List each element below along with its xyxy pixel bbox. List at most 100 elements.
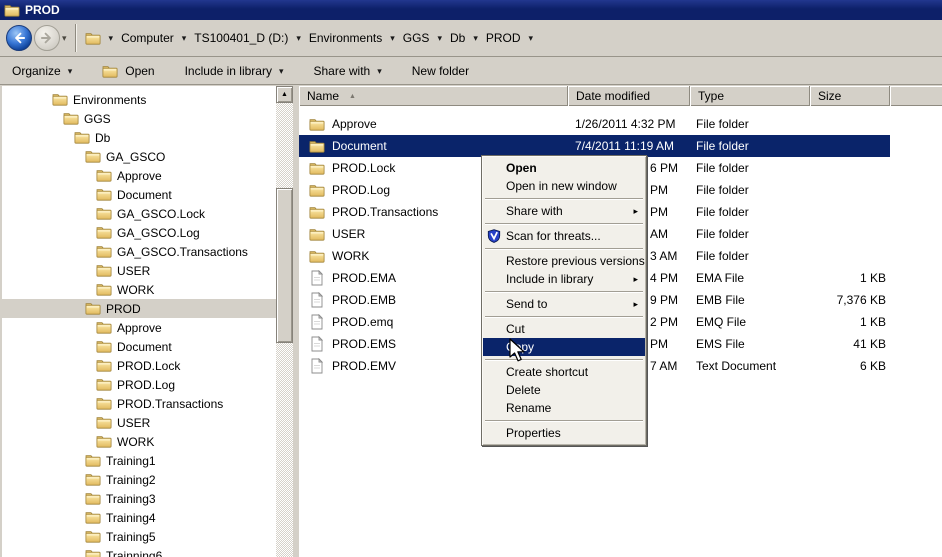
tree-item-db[interactable]: Db — [2, 128, 276, 147]
file-icon — [309, 292, 325, 308]
folder-icon — [85, 530, 101, 543]
folder-icon — [85, 511, 101, 524]
tree-item-prod-transactions[interactable]: PROD.Transactions — [2, 394, 276, 413]
breadcrumb-item-prod[interactable]: PROD — [486, 30, 521, 46]
menu-item-copy[interactable]: Copy — [483, 338, 645, 356]
menu-item-label: Properties — [506, 426, 561, 440]
new-folder-button[interactable]: New folder — [412, 61, 469, 81]
file-name-cell: Approve — [299, 117, 568, 131]
folder-icon — [85, 492, 101, 505]
folder-icon — [4, 4, 20, 17]
tree-item-user[interactable]: USER — [2, 413, 276, 432]
column-header-name[interactable]: Name▲ — [299, 86, 568, 106]
menu-item-open[interactable]: Open — [483, 159, 645, 177]
address-bar: ▾ ▾ Computer ▾ TS100401_D (D:) ▾ Environments… — [0, 20, 942, 57]
size-cell: 1 KB — [810, 271, 890, 285]
tree-item-training2[interactable]: Training2 — [2, 470, 276, 489]
column-headers: Name▲ Date modified Type Size — [299, 86, 942, 106]
breadcrumb-item-environments[interactable]: Environments — [309, 30, 382, 46]
breadcrumb-item-ggs[interactable]: GGS — [403, 30, 430, 46]
chevron-down-icon: ▾ — [279, 67, 284, 76]
column-header-label: Date modified — [576, 89, 650, 103]
tree-item-prod[interactable]: PROD — [2, 299, 276, 318]
file-row-document[interactable]: Document7/4/2011 11:19 AMFile folder — [299, 135, 890, 157]
tree-item-approve[interactable]: Approve — [2, 166, 276, 185]
menu-item-share-with[interactable]: Share with▸ — [483, 202, 645, 220]
menu-item-rename[interactable]: Rename — [483, 399, 645, 417]
menu-item-delete[interactable]: Delete — [483, 381, 645, 399]
share-with-button[interactable]: Share with ▾ — [314, 61, 382, 81]
menu-item-cut[interactable]: Cut — [483, 320, 645, 338]
file-name: PROD.EMA — [332, 271, 396, 285]
file-name: PROD.EMV — [332, 359, 396, 373]
chevron-down-icon[interactable]: ▾ — [182, 34, 187, 43]
chevron-down-icon[interactable]: ▾ — [529, 34, 534, 43]
tree-item-training3[interactable]: Training3 — [2, 489, 276, 508]
tree-item-document[interactable]: Document — [2, 185, 276, 204]
column-header-date-modified[interactable]: Date modified — [568, 86, 690, 106]
include-in-library-button[interactable]: Include in library ▾ — [185, 61, 284, 81]
tree-item-trainning6[interactable]: Trainning6 — [2, 546, 276, 557]
chevron-down-icon[interactable]: ▾ — [109, 34, 114, 43]
sort-ascending-icon: ▲ — [349, 93, 356, 100]
tree-item-prod-lock[interactable]: PROD.Lock — [2, 356, 276, 375]
chevron-down-icon[interactable]: ▾ — [296, 34, 301, 43]
column-header-label: Type — [698, 89, 724, 103]
history-dropdown-icon[interactable]: ▾ — [62, 33, 67, 44]
column-header-type[interactable]: Type — [690, 86, 810, 106]
tree-item-user[interactable]: USER — [2, 261, 276, 280]
scroll-up-button[interactable]: ▲ — [276, 86, 293, 103]
file-row-approve[interactable]: Approve1/26/2011 4:32 PMFile folder — [299, 113, 890, 135]
menu-item-restore-previous-versions[interactable]: Restore previous versions — [483, 252, 645, 270]
tree-item-label: WORK — [117, 435, 154, 449]
menu-item-label: Send to — [506, 297, 547, 311]
back-button[interactable] — [6, 25, 32, 51]
tree-item-environments[interactable]: Environments — [2, 90, 276, 109]
tree-item-ga-gsco-lock[interactable]: GA_GSCO.Lock — [2, 204, 276, 223]
file-name: PROD.Transactions — [332, 205, 438, 219]
menu-item-properties[interactable]: Properties — [483, 424, 645, 442]
tree-item-training5[interactable]: Training5 — [2, 527, 276, 546]
column-header-label: Size — [818, 89, 841, 103]
tree-item-work[interactable]: WORK — [2, 280, 276, 299]
menu-item-create-shortcut[interactable]: Create shortcut — [483, 363, 645, 381]
titlebar[interactable]: PROD — [0, 0, 942, 20]
forward-button[interactable] — [34, 25, 60, 51]
folder-icon — [309, 162, 325, 175]
breadcrumb-item-ts100401-d-d[interactable]: TS100401_D (D:) — [194, 30, 288, 46]
breadcrumb: ▾ Computer ▾ TS100401_D (D:) ▾ Environments ▾ G… — [85, 30, 534, 46]
chevron-down-icon[interactable]: ▾ — [390, 34, 395, 43]
tree-item-work[interactable]: WORK — [2, 432, 276, 451]
chevron-down-icon[interactable]: ▾ — [437, 34, 442, 43]
tree-item-prod-log[interactable]: PROD.Log — [2, 375, 276, 394]
folder-icon — [85, 549, 101, 557]
file-name: PROD.EMB — [332, 293, 396, 307]
tree-scrollbar[interactable]: ▲ — [276, 86, 293, 557]
tree-item-training1[interactable]: Training1 — [2, 451, 276, 470]
open-button[interactable]: Open — [102, 61, 154, 81]
menu-item-scan-for-threats[interactable]: Scan for threats... — [483, 227, 645, 245]
tree-item-document[interactable]: Document — [2, 337, 276, 356]
column-header-size[interactable]: Size — [810, 86, 890, 106]
content-area: EnvironmentsGGSDbGA_GSCOApproveDocumentG… — [0, 86, 942, 557]
chevron-down-icon[interactable]: ▾ — [473, 34, 478, 43]
folder-icon — [96, 188, 112, 201]
menu-item-open-in-new-window[interactable]: Open in new window — [483, 177, 645, 195]
organize-button[interactable]: Organize ▾ — [12, 61, 72, 81]
tree-item-ga-gsco-transactions[interactable]: GA_GSCO.Transactions — [2, 242, 276, 261]
tree-item-ga-gsco-log[interactable]: GA_GSCO.Log — [2, 223, 276, 242]
submenu-arrow-icon: ▸ — [633, 295, 638, 313]
menu-item-send-to[interactable]: Send to ▸ — [483, 295, 645, 313]
tree-item-approve[interactable]: Approve — [2, 318, 276, 337]
breadcrumb-item-computer[interactable]: Computer — [121, 30, 174, 46]
scrollbar-thumb[interactable] — [276, 188, 293, 343]
folder-icon — [85, 32, 101, 45]
tree-item-training4[interactable]: Training4 — [2, 508, 276, 527]
tree-item-ggs[interactable]: GGS — [2, 109, 276, 128]
file-name: PROD.emq — [332, 315, 393, 329]
folder-icon — [74, 131, 90, 144]
menu-separator — [483, 195, 645, 202]
menu-item-include-in-library[interactable]: Include in library▸ — [483, 270, 645, 288]
tree-item-ga-gsco[interactable]: GA_GSCO — [2, 147, 276, 166]
breadcrumb-item-db[interactable]: Db — [450, 30, 465, 46]
